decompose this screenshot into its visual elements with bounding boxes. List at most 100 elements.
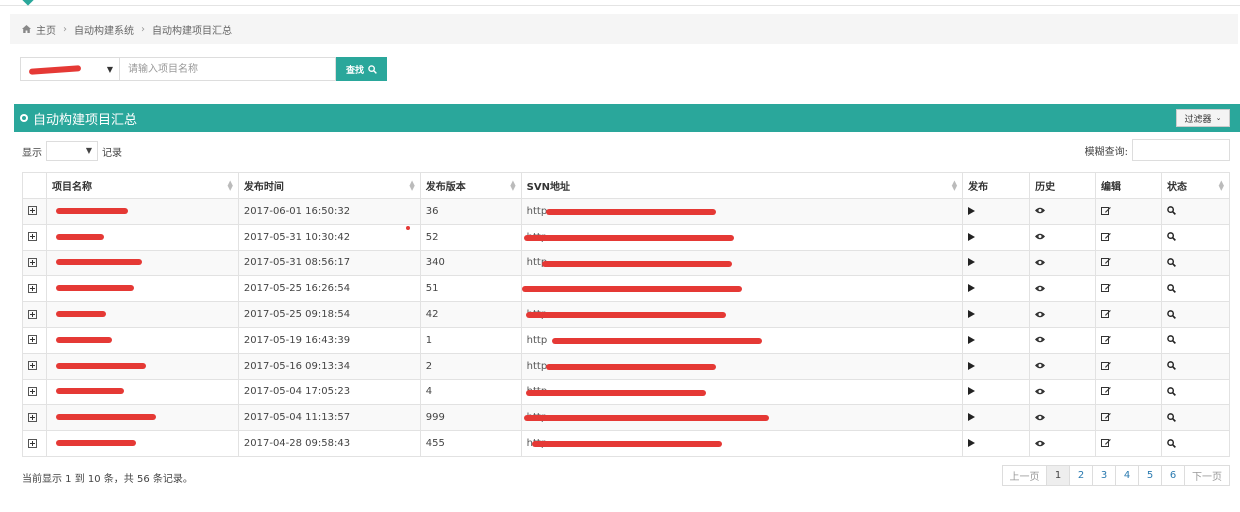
fuzzy-search-input[interactable] xyxy=(1132,139,1230,161)
category-select[interactable]: ▼ xyxy=(20,57,120,81)
play-icon[interactable] xyxy=(968,335,976,344)
column-header-publish-time[interactable]: 发布时间 ▲ ▼ xyxy=(237,172,421,199)
status-cell[interactable] xyxy=(1160,430,1231,457)
edit-cell[interactable] xyxy=(1095,301,1162,328)
play-icon[interactable] xyxy=(968,206,976,215)
edit-cell[interactable] xyxy=(1095,275,1162,303)
status-cell[interactable] xyxy=(1160,223,1231,251)
eye-icon[interactable] xyxy=(1035,362,1046,369)
edit-icon[interactable] xyxy=(1101,412,1111,422)
page-length-select[interactable]: ▼ xyxy=(46,141,98,161)
expand-cell[interactable] xyxy=(22,249,47,277)
eye-icon[interactable] xyxy=(1035,311,1046,318)
column-header-status[interactable]: 状态 ▲ ▼ xyxy=(1160,172,1231,199)
plus-square-icon[interactable] xyxy=(28,412,37,422)
status-cell[interactable] xyxy=(1160,352,1231,380)
pagination-page-4[interactable]: 4 xyxy=(1116,466,1139,485)
eye-icon[interactable] xyxy=(1035,207,1046,214)
magnifier-icon[interactable] xyxy=(1167,387,1176,396)
project-name-search-input[interactable] xyxy=(120,57,336,81)
pagination-page-1[interactable]: 1 xyxy=(1047,466,1070,485)
edit-icon[interactable] xyxy=(1101,438,1111,448)
expand-cell[interactable] xyxy=(22,198,47,225)
expand-cell[interactable] xyxy=(22,430,47,457)
expand-cell[interactable] xyxy=(22,275,47,303)
eye-icon[interactable] xyxy=(1035,233,1046,240)
magnifier-icon[interactable] xyxy=(1167,283,1176,293)
edit-cell[interactable] xyxy=(1095,378,1162,406)
publish-cell[interactable] xyxy=(962,249,1031,277)
publish-cell[interactable] xyxy=(962,352,1031,380)
play-icon[interactable] xyxy=(968,361,976,370)
edit-cell[interactable] xyxy=(1095,404,1162,432)
play-icon[interactable] xyxy=(968,387,976,396)
column-header-project-name[interactable]: 项目名称 ▲ ▼ xyxy=(45,172,239,199)
eye-icon[interactable] xyxy=(1035,440,1046,447)
play-icon[interactable] xyxy=(968,439,976,448)
column-header-svn[interactable]: SVN地址 ▲ ▼ xyxy=(520,172,964,199)
publish-cell[interactable] xyxy=(962,430,1031,457)
magnifier-icon[interactable] xyxy=(1167,361,1176,371)
filter-button[interactable]: 过滤器 ⌄ xyxy=(1176,109,1230,127)
edit-cell[interactable] xyxy=(1095,430,1162,457)
edit-icon[interactable] xyxy=(1101,257,1111,267)
pagination-page-3[interactable]: 3 xyxy=(1093,466,1116,485)
expand-cell[interactable] xyxy=(22,223,47,251)
pagination-prev[interactable]: 上一页 xyxy=(1003,466,1047,485)
magnifier-icon[interactable] xyxy=(1167,309,1176,319)
publish-cell[interactable] xyxy=(962,326,1031,354)
status-cell[interactable] xyxy=(1160,404,1231,432)
publish-cell[interactable] xyxy=(962,223,1031,251)
magnifier-icon[interactable] xyxy=(1167,206,1176,216)
eye-icon[interactable] xyxy=(1035,388,1046,395)
status-cell[interactable] xyxy=(1160,198,1231,225)
plus-square-icon[interactable] xyxy=(28,206,37,216)
status-cell[interactable] xyxy=(1160,249,1231,277)
status-cell[interactable] xyxy=(1160,275,1231,303)
play-icon[interactable] xyxy=(968,258,976,267)
history-cell[interactable] xyxy=(1029,223,1097,251)
play-icon[interactable] xyxy=(968,232,976,241)
edit-icon[interactable] xyxy=(1101,283,1111,293)
edit-icon[interactable] xyxy=(1101,361,1111,371)
eye-icon[interactable] xyxy=(1035,414,1046,421)
edit-icon[interactable] xyxy=(1101,386,1111,396)
history-cell[interactable] xyxy=(1029,326,1097,354)
status-cell[interactable] xyxy=(1160,301,1231,328)
edit-cell[interactable] xyxy=(1095,223,1162,251)
history-cell[interactable] xyxy=(1029,249,1097,277)
expand-cell[interactable] xyxy=(22,326,47,354)
plus-square-icon[interactable] xyxy=(28,309,37,319)
eye-icon[interactable] xyxy=(1035,259,1046,266)
magnifier-icon[interactable] xyxy=(1167,438,1176,448)
eye-icon[interactable] xyxy=(1035,285,1046,292)
pagination-next[interactable]: 下一页 xyxy=(1185,466,1229,485)
breadcrumb-home[interactable]: 主页 xyxy=(36,22,56,37)
publish-cell[interactable] xyxy=(962,404,1031,432)
eye-icon[interactable] xyxy=(1035,336,1046,343)
publish-cell[interactable] xyxy=(962,378,1031,406)
edit-icon[interactable] xyxy=(1101,335,1111,345)
breadcrumb-item-system[interactable]: 自动构建系统 xyxy=(74,22,134,37)
publish-cell[interactable] xyxy=(962,301,1031,328)
magnifier-icon[interactable] xyxy=(1167,232,1176,242)
edit-cell[interactable] xyxy=(1095,352,1162,380)
edit-icon[interactable] xyxy=(1101,232,1111,242)
play-icon[interactable] xyxy=(968,310,976,319)
pagination-page-6[interactable]: 6 xyxy=(1162,466,1185,485)
status-cell[interactable] xyxy=(1160,326,1231,354)
edit-icon[interactable] xyxy=(1101,309,1111,319)
play-icon[interactable] xyxy=(968,413,976,422)
edit-cell[interactable] xyxy=(1095,249,1162,277)
plus-square-icon[interactable] xyxy=(28,386,37,396)
play-icon[interactable] xyxy=(968,284,976,293)
history-cell[interactable] xyxy=(1029,430,1097,457)
pagination-page-5[interactable]: 5 xyxy=(1139,466,1162,485)
plus-square-icon[interactable] xyxy=(28,361,37,371)
search-button[interactable]: 查找 xyxy=(336,57,387,81)
plus-square-icon[interactable] xyxy=(28,232,37,242)
magnifier-icon[interactable] xyxy=(1167,412,1176,422)
expand-cell[interactable] xyxy=(22,301,47,328)
plus-square-icon[interactable] xyxy=(28,283,37,293)
plus-square-icon[interactable] xyxy=(28,335,37,345)
